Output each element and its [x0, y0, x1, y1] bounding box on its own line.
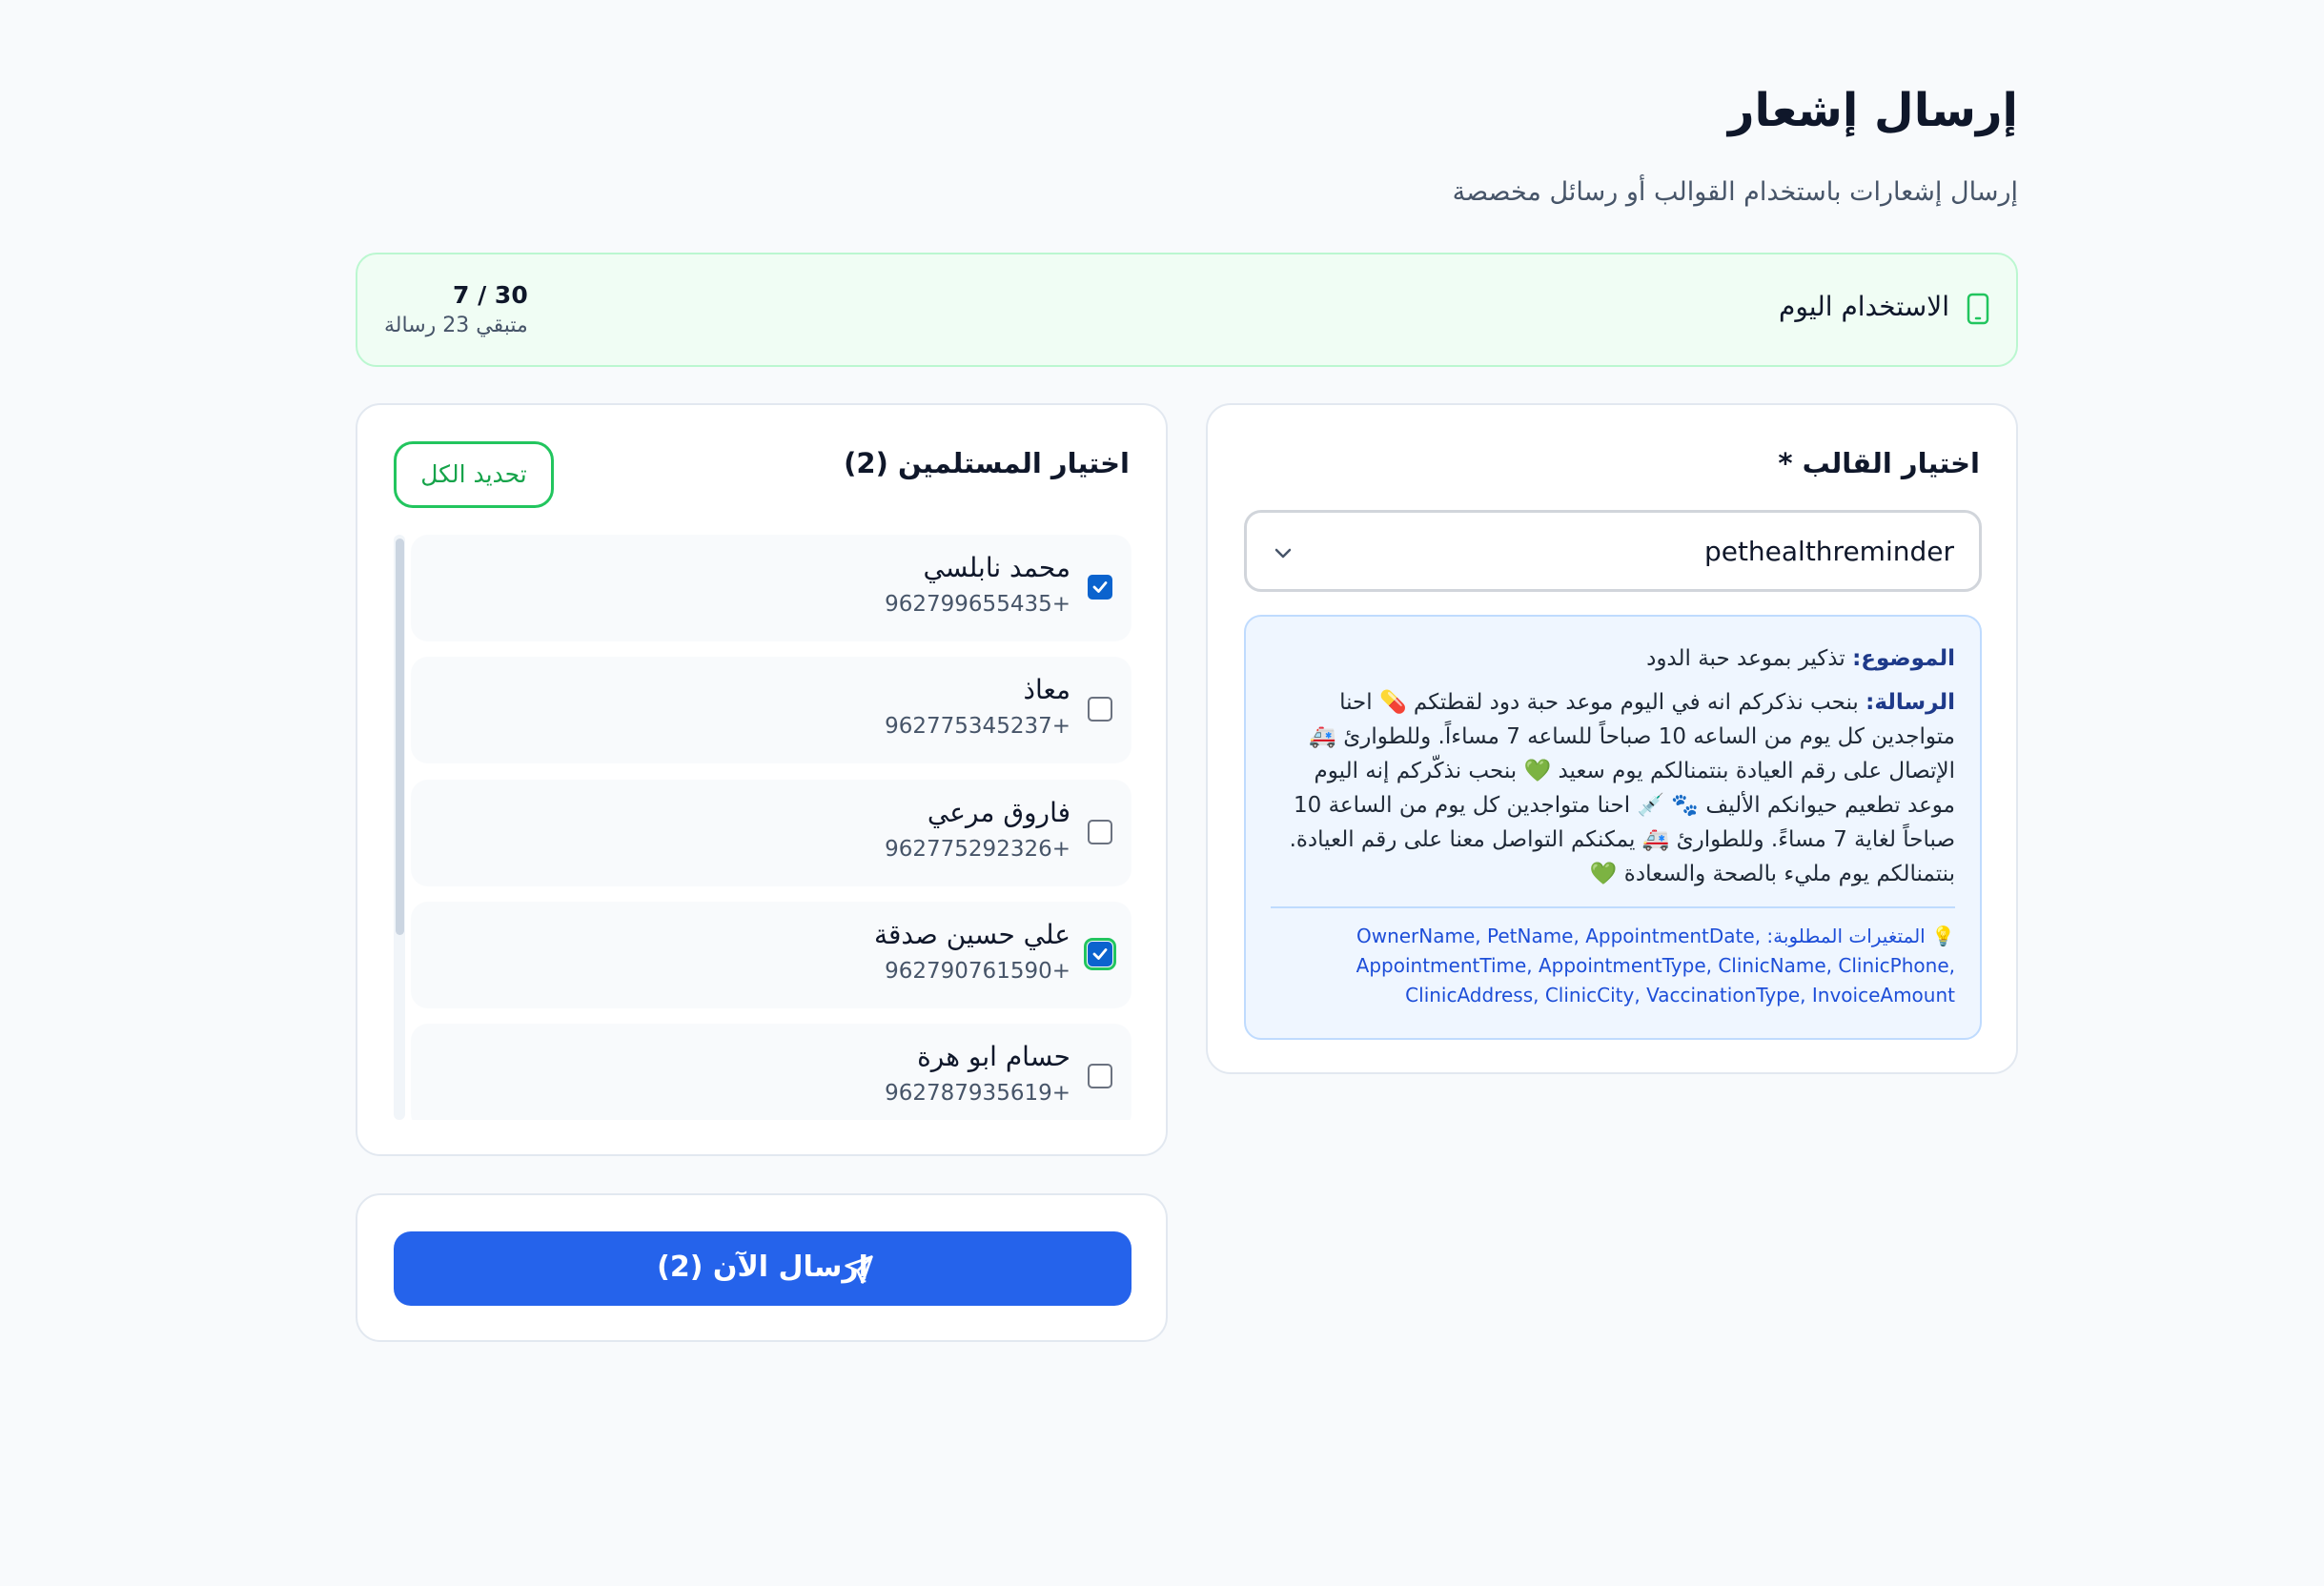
scrollbar-thumb[interactable] [396, 539, 404, 935]
subject-key: الموضوع: [1852, 646, 1955, 671]
required-variables: 💡 المتغيرات المطلوبة: OwnerName, PetName… [1271, 922, 1955, 1010]
template-select[interactable]: pethealthreminder [1244, 510, 1982, 592]
send-now-button[interactable]: إرسال الآن (2) [394, 1231, 1131, 1306]
template-card: اختيار القالب * pethealthreminder الموضو… [1206, 403, 2018, 1074]
recipient-checkbox[interactable] [1088, 575, 1112, 600]
recipients-card: اختيار المستلمين (2) تحديد الكل محمد ناب… [356, 403, 1168, 1156]
select-all-button[interactable]: تحديد الكل [394, 441, 554, 508]
template-heading: اختيار القالب * [1778, 447, 1980, 479]
preview-message: الرسالة: بنحب نذكركم انه في اليوم موعد ح… [1271, 685, 1955, 891]
page-subtitle: إرسال إشعارات باستخدام القوالب أو رسائل … [1452, 177, 2018, 207]
template-select-value: pethealthreminder [1703, 536, 1954, 567]
recipient-phone: 962790761590+ [885, 959, 1070, 984]
recipient-phone: 962775292326+ [885, 837, 1070, 862]
usage-remaining: متبقي 23 رسالة [384, 314, 528, 337]
recipient-checkbox[interactable] [1088, 820, 1112, 844]
recipient-name: محمد نابلسي [923, 552, 1070, 583]
message-text: بنحب نذكركم انه في اليوم موعد حبة دود لق… [1289, 690, 1955, 886]
recipient-phone: 962799655435+ [885, 592, 1070, 617]
recipient-name: حسام ابو هرة [917, 1041, 1070, 1072]
usage-label: الاستخدام اليوم [1778, 291, 1949, 322]
page-title: إرسال إشعار [1727, 84, 2018, 137]
list-item[interactable]: محمد نابلسي 962799655435+ [411, 535, 1131, 641]
recipients-list[interactable]: محمد نابلسي 962799655435+ معاذ 962775345… [394, 535, 1131, 1120]
check-icon [1092, 948, 1108, 960]
recipient-name: معاذ [1023, 674, 1070, 705]
list-item[interactable]: معاذ 962775345237+ [411, 657, 1131, 763]
send-now-label: إرسال الآن (2) [657, 1250, 868, 1284]
recipient-phone: 962787935619+ [885, 1081, 1070, 1106]
notification-page: إرسال إشعار إرسال إشعارات باستخدام القوا… [356, 0, 2018, 1586]
preview-divider [1271, 906, 1955, 908]
recipient-checkbox[interactable] [1088, 697, 1112, 722]
template-preview: الموضوع: تذكير بموعد حبة الدود الرسالة: … [1244, 615, 1982, 1040]
recipient-checkbox[interactable] [1084, 938, 1116, 970]
usage-count: 7 / 30 [453, 281, 528, 309]
recipient-name: علي حسين صدقة [873, 919, 1070, 950]
vars-key: 💡 المتغيرات المطلوبة: [1766, 925, 1955, 947]
list-item[interactable]: فاروق مرعي 962775292326+ [411, 780, 1131, 886]
list-item[interactable]: علي حسين صدقة 962790761590+ [411, 902, 1131, 1008]
recipient-name: فاروق مرعي [927, 797, 1070, 828]
scrollbar[interactable] [394, 535, 405, 1120]
recipients-heading: اختيار المستلمين (2) [844, 447, 1130, 479]
phone-icon [1967, 293, 1989, 325]
subject-text: تذكير بموعد حبة الدود [1646, 646, 1845, 671]
list-item[interactable]: حسام ابو هرة 962787935619+ [411, 1024, 1131, 1120]
send-card: إرسال الآن (2) [356, 1193, 1168, 1342]
usage-banner: الاستخدام اليوم 7 / 30 متبقي 23 رسالة [356, 253, 2018, 367]
recipient-checkbox[interactable] [1088, 1064, 1112, 1088]
message-key: الرسالة: [1865, 690, 1955, 715]
check-icon [1092, 581, 1108, 593]
recipient-phone: 962775345237+ [885, 714, 1070, 739]
chevron-down-icon [1274, 548, 1292, 559]
preview-subject: الموضوع: تذكير بموعد حبة الدود [1271, 641, 1955, 676]
